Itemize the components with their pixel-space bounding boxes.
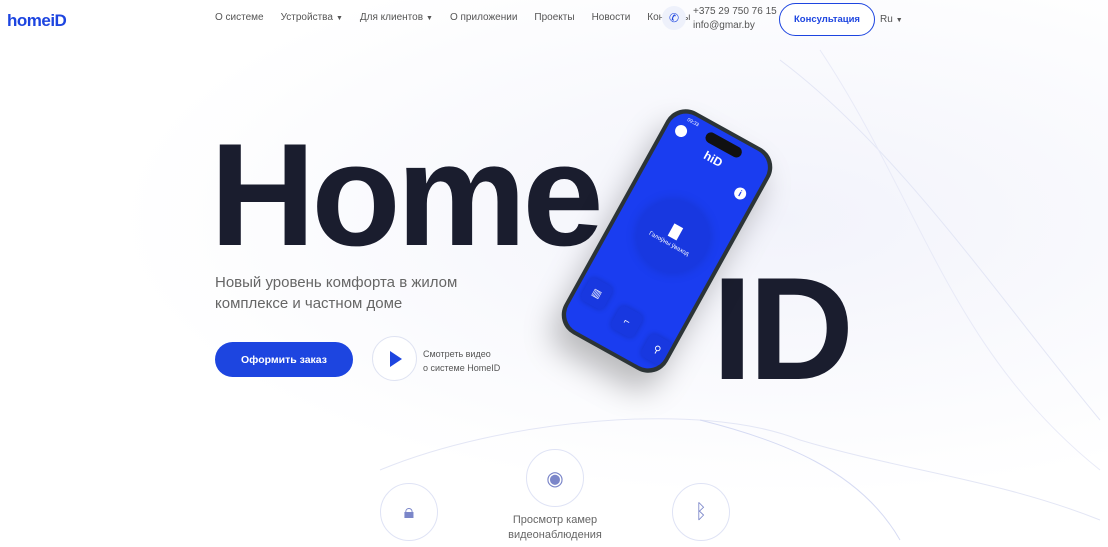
hero-subtitle: Новый уровень комфорта в жилом комплексе… bbox=[215, 274, 458, 312]
bluetooth-icon: ᛒ bbox=[695, 500, 707, 523]
nav-item-about[interactable]: О системе bbox=[215, 12, 264, 23]
app-logo: hiD bbox=[701, 148, 726, 170]
nav-item-devices[interactable]: Устройства ▼ bbox=[281, 12, 343, 23]
play-video-button[interactable] bbox=[372, 336, 417, 381]
feature-label-line: Просмотр камер bbox=[512, 514, 598, 526]
feature-label-line: видеонаблюдения bbox=[508, 529, 602, 541]
caret-down-icon: ▼ bbox=[426, 15, 433, 22]
phone-link[interactable]: +375 29 750 76 15 bbox=[693, 5, 777, 19]
main-nav: О системе Устройства ▼ Для клиентов ▼ О пр… bbox=[215, 12, 690, 23]
nav-label: Для клиентов bbox=[359, 12, 424, 23]
nav-label: О системе bbox=[215, 12, 264, 23]
app-time: 09:33 bbox=[685, 117, 700, 129]
barrier-icon: ⌐ bbox=[609, 303, 645, 340]
nav-item-projects[interactable]: Проекты bbox=[534, 12, 574, 23]
language-label: Ru bbox=[880, 14, 893, 25]
app-menu-icon bbox=[672, 122, 690, 140]
hero-title-home: Home bbox=[210, 113, 604, 276]
consultation-button[interactable]: Консультация bbox=[779, 3, 875, 36]
info-icon: i bbox=[732, 185, 749, 202]
feature-camera-label: Просмотр камер видеонаблюдения bbox=[490, 513, 620, 543]
nav-item-news[interactable]: Новости bbox=[592, 12, 631, 23]
nav-label: Устройства bbox=[280, 12, 333, 23]
language-select[interactable]: Ru ▼ bbox=[880, 14, 903, 25]
contacts: +375 29 750 76 15 info@gmar.by bbox=[693, 5, 777, 33]
feature-lock[interactable]: 🔒︎ bbox=[380, 483, 438, 541]
hero-title-id: ID bbox=[712, 247, 854, 410]
video-caption-line: о системе HomeID bbox=[423, 363, 501, 373]
nav-item-app[interactable]: О приложении bbox=[450, 12, 517, 23]
lock-icon: 🔒︎ bbox=[403, 500, 415, 523]
door-icon bbox=[667, 223, 684, 241]
caret-down-icon: ▼ bbox=[335, 15, 343, 22]
app-main-entrance-button: Галоўны ўваход bbox=[624, 187, 722, 286]
logo[interactable]: homeiD bbox=[7, 11, 67, 31]
video-caption-line: Смотреть видео bbox=[423, 349, 491, 359]
email-link[interactable]: info@gmar.by bbox=[693, 19, 777, 33]
feature-bluetooth[interactable]: ᛒ bbox=[672, 483, 730, 541]
phone-icon: ✆ bbox=[662, 6, 686, 30]
caret-down-icon: ▼ bbox=[895, 17, 903, 24]
camera-icon: ◉ bbox=[546, 467, 564, 490]
play-icon bbox=[390, 350, 402, 367]
feature-camera[interactable]: ◉ bbox=[526, 449, 584, 507]
nav-item-clients[interactable]: Для клиентов ▼ bbox=[360, 12, 433, 23]
order-button[interactable]: Оформить заказ bbox=[215, 342, 353, 377]
gate-icon: ▥ bbox=[579, 275, 615, 312]
video-caption[interactable]: Смотреть видео о системе HomeID bbox=[423, 347, 500, 375]
